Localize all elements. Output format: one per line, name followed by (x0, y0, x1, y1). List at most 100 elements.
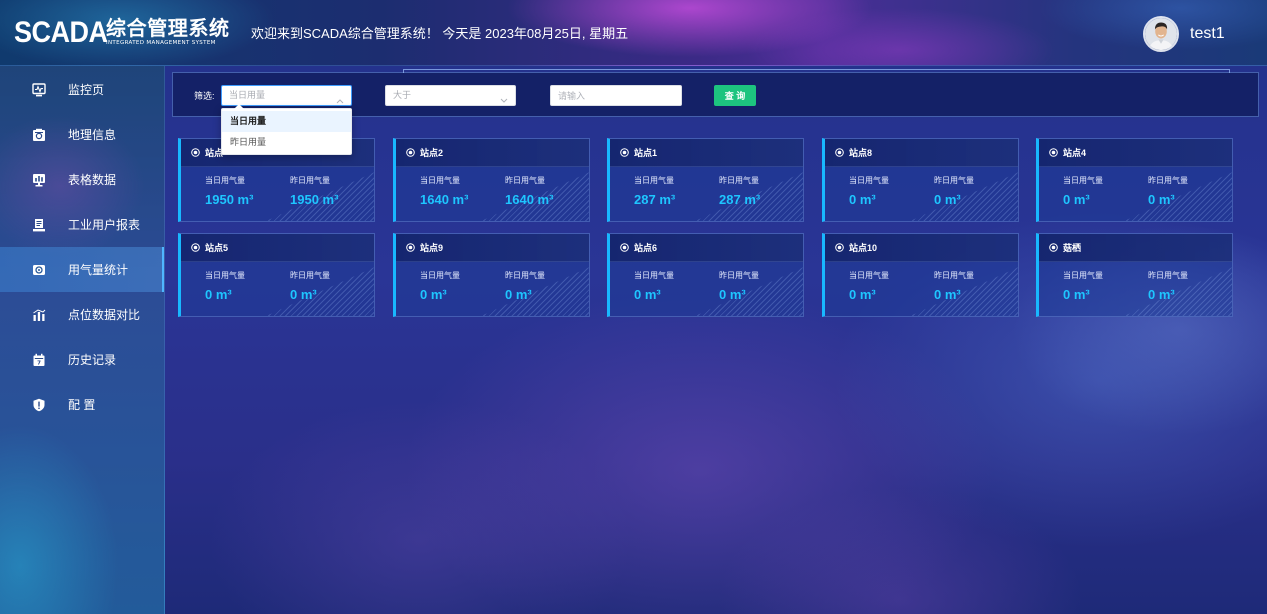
usage-unit: m³ (944, 192, 961, 207)
usage-unit: m³ (729, 287, 746, 302)
yesterday-usage-label: 昨日用气量 (505, 271, 545, 280)
data-screen-icon (32, 173, 46, 187)
station-card-header: 站点9 (396, 234, 589, 262)
dropdown-option[interactable]: 当日用量 (222, 111, 351, 132)
station-card[interactable]: 站点5 当日用气量 昨日用气量 0 m³ 0 m³ (178, 233, 375, 317)
field-select-dropdown: 当日用量 昨日用量 (221, 104, 352, 155)
logo-text: SCADA (14, 16, 108, 49)
sidebar-item-monitor[interactable]: 监控页 (0, 67, 164, 112)
station-card-header: 站点8 (825, 139, 1018, 167)
station-card-title: 站点4 (1063, 148, 1087, 158)
station-card[interactable]: 站点10 当日用气量 昨日用气量 0 m³ 0 m³ (822, 233, 1019, 317)
sidebar-item-gas-usage-stats[interactable]: 用气量统计 (0, 247, 164, 292)
station-card[interactable]: 站点1 当日用气量 昨日用气量 287 m³ 287 m³ (607, 138, 804, 222)
yesterday-usage-number: 0 (934, 287, 942, 302)
usage-unit: m³ (452, 192, 469, 207)
today-usage-value: 0 m³ (420, 287, 447, 302)
station-card-body: 当日用气量 昨日用气量 0 m³ 0 m³ (396, 262, 589, 316)
station-card[interactable]: 站点9 当日用气量 昨日用气量 0 m³ 0 m³ (393, 233, 590, 317)
usage-unit: m³ (215, 287, 232, 302)
sidebar-item-point-data-compare[interactable]: 点位数据对比 (0, 292, 164, 337)
radio-dot-icon (835, 243, 844, 252)
value-input[interactable] (550, 85, 682, 106)
usage-unit: m³ (1158, 287, 1175, 302)
operator-select-value: 大于 (393, 90, 412, 100)
today-usage-label: 当日用气量 (1063, 271, 1103, 280)
avatar[interactable] (1143, 16, 1179, 52)
logo-title: 综合管理系统 (106, 18, 230, 40)
monitor-pulse-icon (32, 82, 46, 97)
operator-select[interactable]: 大于 (385, 85, 516, 106)
station-card-body: 当日用气量 昨日用气量 287 m³ 287 m³ (610, 167, 803, 221)
filter-label: 筛选: (194, 91, 215, 101)
usage-unit: m³ (1073, 287, 1090, 302)
dropdown-option[interactable]: 昨日用量 (222, 132, 351, 153)
today-usage-label: 当日用气量 (1063, 176, 1103, 185)
usage-unit: m³ (859, 287, 876, 302)
query-button[interactable]: 查 询 (714, 85, 756, 106)
usage-unit: m³ (644, 287, 661, 302)
station-card-body: 当日用气量 昨日用气量 1950 m³ 1950 m³ (181, 167, 374, 221)
yesterday-usage-number: 0 (505, 287, 513, 302)
yesterday-usage-value: 0 m³ (719, 287, 746, 302)
username[interactable]: test1 (1190, 24, 1225, 44)
yesterday-usage-number: 1950 (290, 192, 319, 207)
sidebar-item-geo-info[interactable]: 地理信息 (0, 112, 164, 157)
today-usage-number: 0 (849, 287, 857, 302)
top-header: SCADA 综合管理系统 INTEGRATED MANAGEMENT SYSTE… (0, 0, 1267, 66)
usage-unit: m³ (515, 287, 532, 302)
station-card[interactable]: 站点6 当日用气量 昨日用气量 0 m³ 0 m³ (607, 233, 804, 317)
today-usage-number: 0 (1063, 192, 1071, 207)
sidebar-item-history-records[interactable]: 7 历史记录 (0, 337, 164, 382)
usage-unit: m³ (430, 287, 447, 302)
svg-text:7: 7 (37, 360, 41, 366)
today-usage-number: 0 (1063, 287, 1071, 302)
today-usage-number: 0 (849, 192, 857, 207)
logo-subtitle: INTEGRATED MANAGEMENT SYSTEM (106, 40, 216, 46)
sidebar-item-table-data[interactable]: 表格数据 (0, 157, 164, 202)
station-card-title: 站点8 (849, 148, 873, 158)
yesterday-usage-label: 昨日用气量 (1148, 271, 1188, 280)
station-card-body: 当日用气量 昨日用气量 0 m³ 0 m³ (825, 262, 1018, 316)
station-card[interactable]: 站点4 当日用气量 昨日用气量 0 m³ 0 m³ (1036, 138, 1233, 222)
today-usage-label: 当日用气量 (420, 271, 460, 280)
usage-unit: m³ (1073, 192, 1090, 207)
sidebar-item-label: 地理信息 (68, 128, 117, 142)
usage-unit: m³ (300, 287, 317, 302)
station-card-header: 站点10 (825, 234, 1018, 262)
sidebar-item-industrial-user-report[interactable]: 工业用户报表 (0, 202, 164, 247)
usage-unit: m³ (659, 192, 676, 207)
station-card[interactable]: 站点2 当日用气量 昨日用气量 1640 m³ 1640 m³ (393, 138, 590, 222)
station-card-body: 当日用气量 昨日用气量 0 m³ 0 m³ (1039, 167, 1232, 221)
today-usage-label: 当日用气量 (205, 176, 245, 185)
sidebar-item-label: 历史记录 (68, 353, 117, 367)
station-card[interactable]: 菇栖 当日用气量 昨日用气量 0 m³ 0 m³ (1036, 233, 1233, 317)
station-card[interactable]: 站点8 当日用气量 昨日用气量 0 m³ 0 m³ (822, 138, 1019, 222)
yesterday-usage-value: 0 m³ (934, 287, 961, 302)
station-card-title: 站点6 (634, 243, 658, 253)
today-usage-number: 1950 (205, 192, 234, 207)
today-usage-value: 0 m³ (1063, 287, 1090, 302)
yesterday-usage-number: 287 (719, 192, 741, 207)
radio-dot-icon (191, 243, 200, 252)
yesterday-usage-label: 昨日用气量 (934, 271, 974, 280)
station-card-title: 菇栖 (1063, 243, 1082, 253)
yesterday-usage-number: 0 (1148, 287, 1156, 302)
yesterday-usage-value: 0 m³ (505, 287, 532, 302)
yesterday-usage-label: 昨日用气量 (719, 176, 759, 185)
yesterday-usage-number: 0 (934, 192, 942, 207)
station-card-body: 当日用气量 昨日用气量 0 m³ 0 m³ (610, 262, 803, 316)
welcome-message: 欢迎来到SCADA综合管理系统！ 今天是 2023年08月25日, 星期五 (251, 26, 629, 41)
station-card-header: 站点2 (396, 139, 589, 167)
sidebar-item-label: 表格数据 (68, 173, 117, 187)
yesterday-usage-label: 昨日用气量 (290, 271, 330, 280)
sidebar-item-label: 点位数据对比 (68, 308, 141, 322)
usage-unit: m³ (859, 192, 876, 207)
yesterday-usage-value: 0 m³ (290, 287, 317, 302)
sidebar-item-settings[interactable]: 配 置 (0, 382, 164, 427)
field-select[interactable]: 当日用量 (221, 85, 352, 106)
yesterday-usage-value: 1640 m³ (505, 192, 553, 207)
station-card-body: 当日用气量 昨日用气量 1640 m³ 1640 m³ (396, 167, 589, 221)
radio-dot-icon (406, 148, 415, 157)
today-usage-value: 287 m³ (634, 192, 675, 207)
